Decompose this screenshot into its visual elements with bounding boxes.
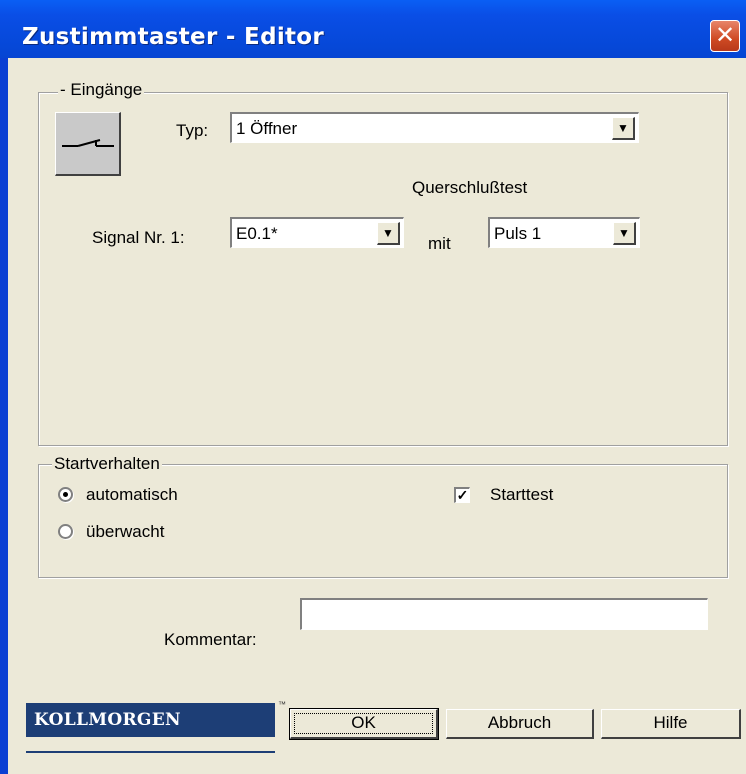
typ-select[interactable]: 1 Öffner ▼ [230,112,639,143]
starttest-checkbox[interactable]: ✓ [454,487,470,503]
window-title: Zustimmtaster - Editor [22,24,325,50]
start-behavior-legend: Startverhalten [52,454,162,474]
cross-test-heading: Querschlußtest [412,178,528,197]
close-button[interactable]: ✕ [710,20,740,52]
chevron-down-icon[interactable]: ▼ [613,222,636,245]
chevron-down-icon[interactable]: ▼ [377,222,400,245]
radio-monitored[interactable] [58,524,73,539]
signal-select[interactable]: E0.1* ▼ [230,217,404,248]
radio-automatic-label[interactable]: automatisch [86,485,178,505]
cancel-button-label: Abbruch [487,713,552,732]
starttest-label[interactable]: Starttest [490,485,553,505]
switch-type-icon-button[interactable] [55,112,121,176]
comment-input[interactable] [300,598,708,630]
logo-trademark: ™ [278,700,286,709]
typ-select-value: 1 Öffner [236,119,298,138]
focus-rect [294,713,433,734]
signal-label: Signal Nr. 1: [92,228,185,247]
radio-automatic[interactable] [58,487,73,502]
editor-window: Zustimmtaster - Editor ✕ - Eingänge Typ:… [0,0,746,774]
help-button[interactable]: Hilfe [601,709,741,739]
radio-monitored-label[interactable]: überwacht [86,522,164,542]
inputs-group [38,92,728,446]
check-icon: ✓ [456,487,469,503]
kollmorgen-logo: KOLLMORGEN [26,703,275,737]
normally-closed-switch-icon [62,139,114,147]
pulse-select[interactable]: Puls 1 ▼ [488,217,640,248]
pulse-select-value: Puls 1 [494,224,542,243]
comment-label: Kommentar: [164,630,257,649]
ok-button[interactable]: OK [289,708,439,740]
help-button-label: Hilfe [653,713,688,732]
radio-selected-dot [63,492,68,497]
typ-label: Typ: [176,121,209,140]
cancel-button[interactable]: Abbruch [446,709,594,739]
mit-label: mit [428,234,451,253]
signal-select-value: E0.1* [236,224,278,243]
logo-underline [26,751,275,753]
window-border [0,58,8,774]
inputs-group-legend: - Eingänge [58,80,145,100]
close-icon: ✕ [714,21,736,49]
chevron-down-icon[interactable]: ▼ [612,117,635,140]
start-behavior-group [38,464,728,578]
